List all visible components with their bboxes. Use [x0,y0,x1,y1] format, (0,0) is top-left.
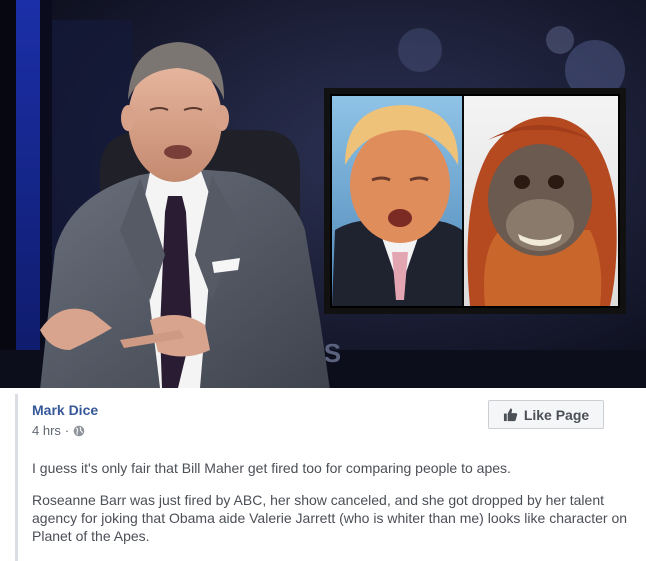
post-text-paragraph-1: I guess it's only fair that Bill Maher g… [32,460,511,476]
post-container: Mark Dice 4 hrs · Like Page I guess it's… [0,388,646,561]
author-name-link[interactable]: Mark Dice [32,402,98,418]
post-photo[interactable]: RS [0,0,646,388]
like-page-label: Like Page [523,406,590,423]
post-meta: 4 hrs · [32,423,85,438]
tv-studio-scene: RS [0,0,646,388]
post-text-paragraph-2: Roseanne Barr was just fired by ABC, her… [32,492,628,544]
like-page-button[interactable]: Like Page [488,400,604,429]
meta-separator: · [64,423,70,438]
post-left-border [15,394,18,561]
globe-icon[interactable] [73,425,85,437]
post-timestamp[interactable]: 4 hrs [32,423,61,438]
thumbs-up-icon [503,408,517,422]
